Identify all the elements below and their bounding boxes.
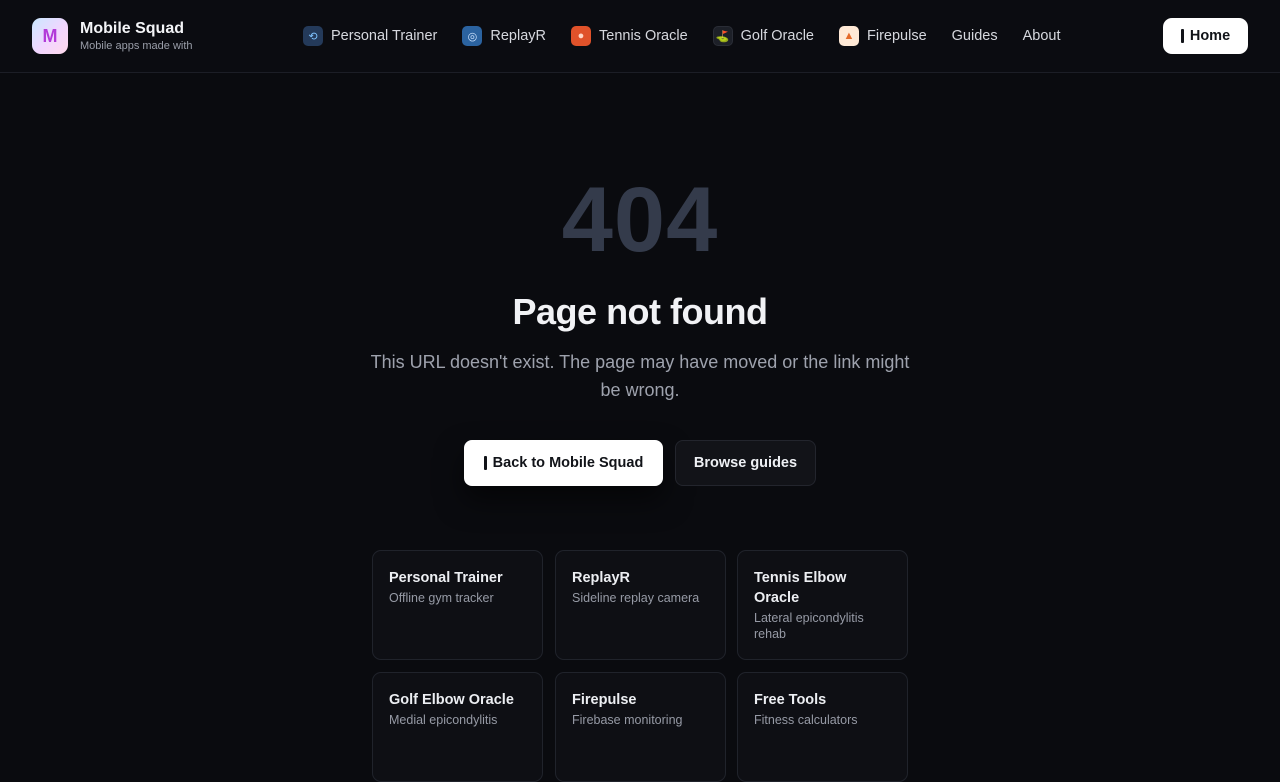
top-navigation-bar: M Mobile Squad Mobile apps made with ⟲ P… bbox=[0, 0, 1280, 73]
fire-app-icon: ▲ bbox=[839, 26, 859, 46]
brand-tagline: Mobile apps made with bbox=[80, 40, 193, 52]
brand-link[interactable]: M Mobile Squad Mobile apps made with bbox=[32, 18, 193, 54]
nav-item-tennis-oracle[interactable]: ● Tennis Oracle bbox=[571, 26, 688, 46]
golf-app-icon: ⛳ bbox=[712, 26, 733, 46]
app-card-golf-elbow-oracle[interactable]: Golf Elbow Oracle Medial epicondylitis bbox=[372, 672, 543, 782]
mobile-squad-logo-icon: M bbox=[32, 18, 68, 54]
back-to-home-button[interactable]: Back to Mobile Squad bbox=[464, 440, 663, 486]
card-subtitle: Firebase monitoring bbox=[572, 713, 683, 727]
app-card-free-tools[interactable]: Free Tools Fitness calculators bbox=[737, 672, 908, 782]
card-subtitle: Medial epicondylitis bbox=[389, 713, 498, 727]
main-nav: ⟲ Personal Trainer ◎ ReplayR ● Tennis Or… bbox=[303, 25, 1061, 47]
tennis-app-icon: ● bbox=[571, 26, 591, 46]
not-found-hero: 404 Page not found This URL doesn't exis… bbox=[0, 170, 1280, 404]
app-card-replayr[interactable]: ReplayR Sideline replay camera bbox=[555, 550, 726, 660]
nav-item-guides[interactable]: Guides bbox=[952, 28, 998, 44]
card-subtitle: Lateral epicondylitis rehab bbox=[754, 611, 864, 641]
camera-app-icon: ◎ bbox=[462, 26, 483, 46]
nav-label: ReplayR bbox=[490, 28, 546, 44]
card-title: Tennis Elbow Oracle bbox=[754, 570, 847, 606]
card-title: Personal Trainer bbox=[389, 570, 503, 586]
nav-item-personal-trainer[interactable]: ⟲ Personal Trainer bbox=[303, 26, 437, 46]
nav-label: Tennis Oracle bbox=[599, 28, 688, 44]
nav-label: Firepulse bbox=[867, 28, 927, 44]
home-button[interactable]: Home bbox=[1163, 18, 1248, 54]
browse-guides-button[interactable]: Browse guides bbox=[675, 440, 816, 486]
card-title: Free Tools bbox=[754, 692, 827, 708]
app-card-firepulse[interactable]: Firepulse Firebase monitoring bbox=[555, 672, 726, 782]
error-code: 404 bbox=[561, 169, 719, 271]
brand-text: Mobile Squad Mobile apps made with bbox=[80, 20, 193, 52]
nav-item-golf-oracle[interactable]: ⛳ Golf Oracle bbox=[712, 26, 814, 46]
dumbbell-app-icon: ⟲ bbox=[303, 26, 323, 46]
card-title: Firepulse bbox=[572, 692, 637, 708]
nav-item-firepulse[interactable]: ▲ Firepulse bbox=[839, 26, 927, 46]
phone-icon bbox=[1180, 29, 1184, 43]
nav-label: Guides bbox=[951, 28, 998, 44]
back-button-label: Back to Mobile Squad bbox=[492, 455, 644, 471]
brand-name: Mobile Squad bbox=[80, 20, 184, 37]
card-title: ReplayR bbox=[572, 570, 631, 586]
card-subtitle: Offline gym tracker bbox=[389, 591, 494, 605]
nav-label: Golf Oracle bbox=[740, 28, 814, 44]
card-title: Golf Elbow Oracle bbox=[389, 692, 514, 708]
nav-item-about[interactable]: About bbox=[1023, 28, 1061, 44]
browse-guides-label: Browse guides bbox=[693, 455, 798, 471]
action-buttons: Back to Mobile Squad Browse guides bbox=[0, 440, 1280, 486]
nav-label: Personal Trainer bbox=[331, 28, 438, 44]
nav-label: About bbox=[1022, 28, 1061, 44]
card-subtitle: Fitness calculators bbox=[754, 713, 858, 727]
nav-item-replayr[interactable]: ◎ ReplayR bbox=[462, 26, 546, 46]
app-card-tennis-elbow-oracle[interactable]: Tennis Elbow Oracle Lateral epicondyliti… bbox=[737, 550, 908, 660]
card-subtitle: Sideline replay camera bbox=[572, 591, 700, 605]
error-description: This URL doesn't exist. The page may hav… bbox=[370, 352, 910, 400]
page-title: Page not found bbox=[512, 291, 768, 332]
app-card-personal-trainer[interactable]: Personal Trainer Offline gym tracker bbox=[372, 550, 543, 660]
phone-icon bbox=[483, 456, 487, 470]
home-button-label: Home bbox=[1189, 28, 1231, 44]
